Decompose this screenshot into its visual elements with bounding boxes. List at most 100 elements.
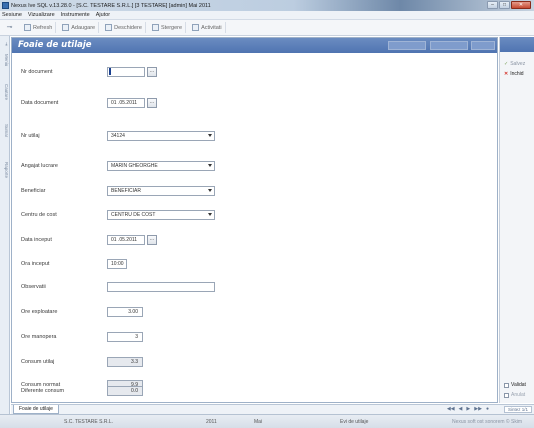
save-button[interactable]: ✓ Salvez [504,61,525,67]
chevron-down-icon [208,213,212,216]
data-document-label: Data document [21,100,59,106]
diferenta-consum-label: Diferente consum [21,388,65,394]
menu-item-ajutor[interactable]: Ajutor [96,12,110,18]
last-record-button[interactable]: ▶▶ [474,406,482,412]
status-hint: Nexus soft ost sonorem © Skim [452,419,523,425]
bottom-tab-strip: Foaie de utilaje ◀◀ ◀ ▶ ▶▶ ● Sintez 1/1 [11,404,534,414]
consum-utilaj-value: 3.3 [107,357,143,367]
centru-cost-select[interactable]: CENTRU DE COST [107,210,215,220]
add-label: Adaugare [71,24,96,31]
row-data-document: Data document 01 .05.2011 ... [12,98,497,110]
status-module: Evi de utilaje [340,419,369,425]
panel-header: Foaie de utilaje [12,38,497,53]
pin-icon[interactable]: ⊸ [5,23,14,32]
delete-icon [151,24,159,31]
row-observatii: Observatii [12,282,497,294]
ore-exploatare-label: Ore exploatare [21,309,58,315]
header-filter-box-3[interactable] [471,41,495,50]
action-panel: ✓ Salvez ✕ Inchid Validat Anulat [499,37,534,403]
header-filter-box[interactable] [388,41,426,50]
nr-document-input[interactable] [107,67,145,77]
document-form: Nr document ... Data document 01 .05.201… [12,53,497,402]
refresh-icon [24,24,31,31]
close-form-button[interactable]: ✕ Inchid [504,71,524,77]
page-indicator: Sintez 1/1 [503,406,532,413]
chevron-down-icon [208,134,212,137]
refresh-button[interactable]: Refresh [21,22,57,33]
add-icon [62,24,70,31]
nr-utilaj-label: Nr utilaj [21,133,40,139]
menu-item-vizualizare[interactable]: Vizualizare [28,12,55,18]
data-document-calendar-button[interactable]: ... [147,98,157,108]
maximize-button[interactable]: □ [499,1,510,9]
ore-manopera-input[interactable]: 3 [107,332,143,342]
status-month: Mai [254,419,263,425]
activities-icon [192,24,200,31]
sidebar-pin-icon[interactable]: ⇥ [1,42,9,46]
open-label: Deschidere [114,24,142,31]
row-ore-exploatare: Ore exploatare 3.00 [12,307,497,319]
next-record-button[interactable]: ▶ [466,406,470,412]
diferenta-consum-value: 0.0 [107,386,143,396]
centru-cost-label: Centru de cost [21,212,57,218]
open-button[interactable]: Deschidere [102,22,146,33]
anulat-label: Anulat [511,392,526,398]
text-cursor [109,68,111,75]
prev-record-button[interactable]: ◀ [459,406,463,412]
menu-bar: Sesiune Vizualizare Instrumente Ajutor [0,11,534,20]
row-nr-document: Nr document ... [12,67,497,79]
add-button[interactable]: Adaugare [59,22,100,33]
observatii-input[interactable] [107,282,215,292]
row-diferenta-consum: Diferente consum 0.0 [12,386,497,398]
header-filter-box-2[interactable] [430,41,468,50]
data-inceput-label: Data inceput [21,237,52,243]
angajat-label: Angajat lucrare [21,163,58,169]
minimize-button[interactable]: – [487,1,498,9]
validat-checkbox[interactable]: Validat [504,382,526,388]
data-document-input[interactable]: 01 .05.2011 [107,98,145,108]
chevron-down-icon [208,164,212,167]
app-icon [2,2,9,9]
save-label: Salvez [510,61,526,67]
angajat-select[interactable]: MARIN GHEORGHE [107,161,215,171]
anulat-checkbox[interactable]: Anulat [504,392,525,398]
ore-manopera-label: Ore manopera [21,334,57,340]
close-icon: ✕ [504,71,509,77]
window-title: Nexus Ive SQL v.13.28.0 - [S.C. TESTARE … [11,2,211,9]
delete-button[interactable]: Stergere [149,22,187,33]
ora-inceput-label: Ora inceput [21,261,50,267]
panel-title: Foaie de utilaje [18,40,92,50]
ora-inceput-input[interactable]: 10:00 [107,259,127,269]
checkbox-icon [504,392,509,398]
sidebar-tab-cautare[interactable]: Cautare [1,84,9,100]
chevron-down-icon [208,189,212,192]
nr-document-browse-button[interactable]: ... [147,67,157,77]
close-window-button[interactable]: ✕ [511,1,531,9]
angajat-value: MARIN GHEORGHE [111,163,158,169]
centru-cost-value: CENTRU DE COST [111,212,156,218]
data-inceput-input[interactable]: 01 .05.2011 [107,235,145,245]
menu-item-instrumente[interactable]: Instrumente [61,12,90,18]
nr-document-label: Nr document [21,69,53,75]
sidebar-tab-meniu[interactable]: Meniu [1,54,9,66]
beneficiar-select[interactable]: BENEFICIAR [107,186,215,196]
first-record-button[interactable]: ◀◀ [447,406,455,412]
row-nr-utilaj: Nr utilaj 34124 [12,131,497,143]
beneficiar-label: Beneficiar [21,188,46,194]
activities-button[interactable]: Activitati [189,22,226,33]
nr-utilaj-value: 34124 [111,133,125,139]
data-inceput-calendar-button[interactable]: ... [147,235,157,245]
sidebar-tab-raporte[interactable]: Raporte [1,162,9,178]
menu-item-sesiune[interactable]: Sesiune [2,12,22,18]
window-titlebar: Nexus Ive SQL v.13.28.0 - [S.C. TESTARE … [0,0,534,11]
nr-utilaj-select[interactable]: 34124 [107,131,215,141]
toolbar: ⊸ Refresh Adaugare Deschidere Stergere A… [0,20,534,36]
status-company: S.C. TESTARE S.R.L. [64,419,113,425]
form-panel: Foaie de utilaje Nr document ... Data do… [11,37,498,403]
ore-exploatare-input[interactable]: 3.00 [107,307,143,317]
validat-label: Validat [511,382,526,388]
tab-foaie-utilaje[interactable]: Foaie de utilaje [13,405,59,414]
record-indicator-icon[interactable]: ● [486,406,489,412]
status-bar: S.C. TESTARE S.R.L. 2011 Mai Evi de util… [0,414,534,428]
sidebar-tab-sumar[interactable]: Sumar [1,124,9,137]
